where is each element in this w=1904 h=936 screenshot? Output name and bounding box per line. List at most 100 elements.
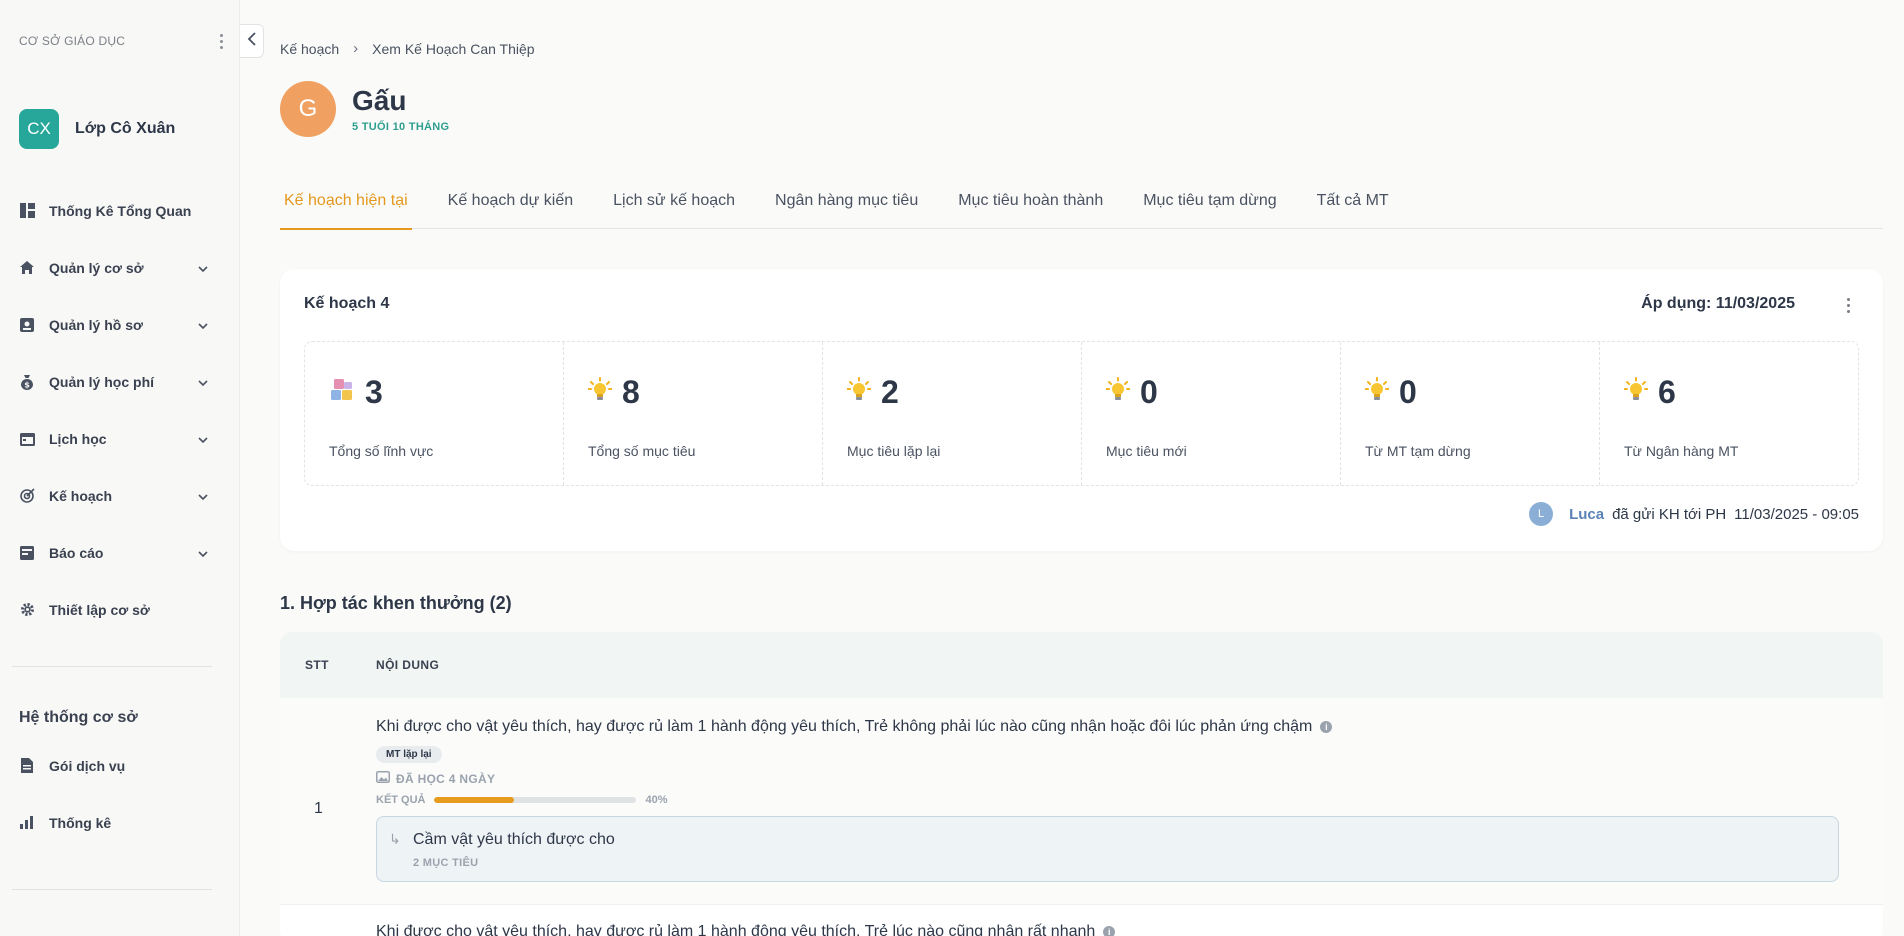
stat-new-goals: 0 Mục tiêu mới bbox=[1082, 342, 1341, 485]
stat-value: 2 bbox=[881, 374, 899, 410]
info-icon[interactable]: i bbox=[1103, 926, 1116, 936]
breadcrumb-link-plan[interactable]: Kế hoạch bbox=[280, 41, 339, 57]
status-badge: MT lặp lại bbox=[376, 746, 442, 763]
sidebar-item-settings[interactable]: Thiết lập cơ sở bbox=[19, 581, 209, 638]
section-title: 1. Hợp tác khen thưởng (2) bbox=[280, 593, 512, 613]
sidebar-item-label: Gói dịch vụ bbox=[49, 757, 126, 774]
sub-goal-title: Cầm vật yêu thích được cho bbox=[413, 831, 615, 848]
avatar: G bbox=[280, 81, 336, 137]
sidebar-item-label: Báo cáo bbox=[49, 544, 104, 561]
document-icon bbox=[19, 758, 35, 774]
stat-total-domains: 3 Tổng số lĩnh vực bbox=[305, 342, 564, 485]
sidebar-item-label: Thống kê bbox=[49, 814, 112, 831]
plan-title: Kế hoạch 4 bbox=[304, 295, 390, 312]
chevron-down-icon bbox=[197, 262, 209, 278]
dashboard-icon bbox=[19, 203, 35, 219]
sidebar-item-label: Thiết lập cơ sở bbox=[49, 601, 150, 618]
system-section-title: Hệ thống cơ sở bbox=[19, 709, 138, 726]
sent-time: 11/03/2025 - 09:05 bbox=[1734, 505, 1859, 523]
sub-goal-count: 2 MỤC TIÊU bbox=[413, 857, 479, 869]
sidebar-item-label: Quản lý hồ sơ bbox=[49, 316, 143, 333]
sent-info: L Luca đã gửi KH tới PH 11/03/2025 - 09:… bbox=[1529, 502, 1859, 526]
stat-label: Mục tiêu mới bbox=[1106, 443, 1187, 459]
table-header: STT NỘI DUNG bbox=[280, 632, 1883, 698]
tab-all-goals[interactable]: Tất cả MT bbox=[1313, 187, 1393, 229]
table-row[interactable]: 1 Khi được cho vật yêu thích, hay được r… bbox=[280, 698, 1883, 904]
report-icon bbox=[19, 545, 35, 561]
stat-from-goal-bank: 6 Từ Ngân hàng MT bbox=[1600, 342, 1858, 485]
result-progress-bar bbox=[433, 797, 636, 803]
sidebar-item-service-package[interactable]: Gói dịch vụ bbox=[19, 737, 209, 794]
plan-stats: 3 Tổng số lĩnh vực 8 Tổng số mục tiêu 2 … bbox=[304, 341, 1859, 486]
sidebar-item-overview[interactable]: Thống Kê Tổng Quan bbox=[19, 182, 209, 239]
sidebar-item-facility[interactable]: Quản lý cơ sở bbox=[19, 239, 209, 296]
stat-label: Tổng số lĩnh vực bbox=[329, 443, 434, 459]
id-card-icon bbox=[19, 317, 35, 333]
goals-table: STT NỘI DUNG 1 Khi được cho vật yêu thíc… bbox=[280, 632, 1883, 936]
avatar: L bbox=[1529, 502, 1554, 526]
sidebar-item-profiles[interactable]: Quản lý hồ sơ bbox=[19, 296, 209, 353]
result-label: KẾT QUẢ bbox=[376, 794, 426, 806]
bar-chart-icon bbox=[19, 815, 35, 831]
child-profile: G Gấu 5 TUỔI 10 THÁNG bbox=[280, 81, 449, 137]
sidebar-item-label: Quản lý cơ sở bbox=[49, 259, 144, 276]
tab-current-plan[interactable]: Kế hoạch hiện tại bbox=[280, 187, 412, 230]
tab-completed-goals[interactable]: Mục tiêu hoàn thành bbox=[954, 187, 1107, 229]
result-progress-fill bbox=[433, 797, 515, 803]
stat-value: 3 bbox=[365, 374, 383, 410]
stat-label: Từ MT tạm dừng bbox=[1365, 443, 1471, 459]
sidebar-item-plan[interactable]: Kế hoạch bbox=[19, 467, 209, 524]
sidebar-divider bbox=[12, 666, 212, 667]
chevron-down-icon bbox=[197, 319, 209, 335]
more-vertical-icon[interactable] bbox=[216, 32, 226, 50]
info-icon[interactable]: i bbox=[1320, 721, 1333, 733]
stat-from-paused: 0 Từ MT tạm dừng bbox=[1341, 342, 1600, 485]
system-nav: Gói dịch vụ Thống kê bbox=[19, 737, 209, 851]
subdirectory-arrow-icon: ↳ bbox=[389, 831, 401, 847]
goal-text: Khi được cho vật yêu thích, hay được rủ … bbox=[376, 718, 1313, 735]
home-icon bbox=[19, 260, 35, 276]
chevron-right-icon: › bbox=[353, 40, 359, 57]
tab-plan-history[interactable]: Lịch sử kế hoạch bbox=[609, 187, 739, 229]
sidebar-item-report[interactable]: Báo cáo bbox=[19, 524, 209, 581]
tab-paused-goals[interactable]: Mục tiêu tạm dừng bbox=[1139, 187, 1280, 229]
stat-label: Tổng số mục tiêu bbox=[588, 443, 696, 459]
lightbulb-icon bbox=[1105, 377, 1131, 408]
stat-value: 0 bbox=[1140, 374, 1158, 410]
stat-total-goals: 8 Tổng số mục tiêu bbox=[564, 342, 823, 485]
org-name: Lớp Cô Xuân bbox=[75, 120, 176, 137]
sidebar-item-schedule[interactable]: Lịch học bbox=[19, 410, 209, 467]
sub-goal-card[interactable]: ↳ Cầm vật yêu thích được cho 2 MỤC TIÊU bbox=[376, 816, 1839, 882]
table-row[interactable]: Khi được cho vật yêu thích, hay được rủ … bbox=[280, 904, 1883, 936]
sidebar-item-label: Lịch học bbox=[49, 430, 107, 447]
tab-upcoming-plan[interactable]: Kế hoạch dự kiến bbox=[444, 187, 577, 229]
sidebar-item-tuition[interactable]: $ Quản lý học phí bbox=[19, 353, 209, 410]
plan-summary-card: Kế hoạch 4 Áp dụng: 11/03/2025 3 Tổng số… bbox=[280, 269, 1883, 551]
chevron-left-icon bbox=[247, 31, 257, 51]
page-title: Gấu bbox=[352, 85, 407, 116]
stat-label: Mục tiêu lặp lại bbox=[847, 443, 941, 459]
stat-value: 0 bbox=[1399, 374, 1417, 410]
tab-goal-bank[interactable]: Ngân hàng mục tiêu bbox=[771, 187, 922, 229]
main-content: Kế hoạch › Xem Kế Hoạch Can Thiệp G Gấu … bbox=[264, 0, 1904, 936]
org-switcher[interactable]: CX Lớp Cô Xuân bbox=[19, 109, 175, 149]
column-header-content: NỘI DUNG bbox=[376, 658, 440, 672]
lightbulb-icon bbox=[1364, 377, 1390, 408]
gear-icon bbox=[19, 602, 35, 618]
plan-tabs: Kế hoạch hiện tại Kế hoạch dự kiến Lịch … bbox=[280, 187, 1883, 230]
sidebar-item-label: Thống Kê Tổng Quan bbox=[49, 202, 192, 219]
sidebar-header-label: CƠ SỞ GIÁO DỤC bbox=[19, 34, 126, 48]
collapse-sidebar-button[interactable] bbox=[240, 24, 264, 58]
chevron-down-icon bbox=[197, 490, 209, 506]
image-icon bbox=[376, 771, 390, 786]
stat-label: Từ Ngân hàng MT bbox=[1624, 443, 1739, 459]
chevron-down-icon bbox=[197, 376, 209, 392]
chevron-down-icon bbox=[197, 433, 209, 449]
sidebar-item-statistics[interactable]: Thống kê bbox=[19, 794, 209, 851]
target-icon bbox=[19, 488, 35, 504]
calendar-icon bbox=[19, 431, 35, 447]
stat-value: 6 bbox=[1658, 374, 1676, 410]
more-vertical-icon[interactable] bbox=[1843, 295, 1853, 315]
sender-link[interactable]: Luca bbox=[1569, 506, 1604, 523]
blocks-icon bbox=[329, 377, 355, 408]
